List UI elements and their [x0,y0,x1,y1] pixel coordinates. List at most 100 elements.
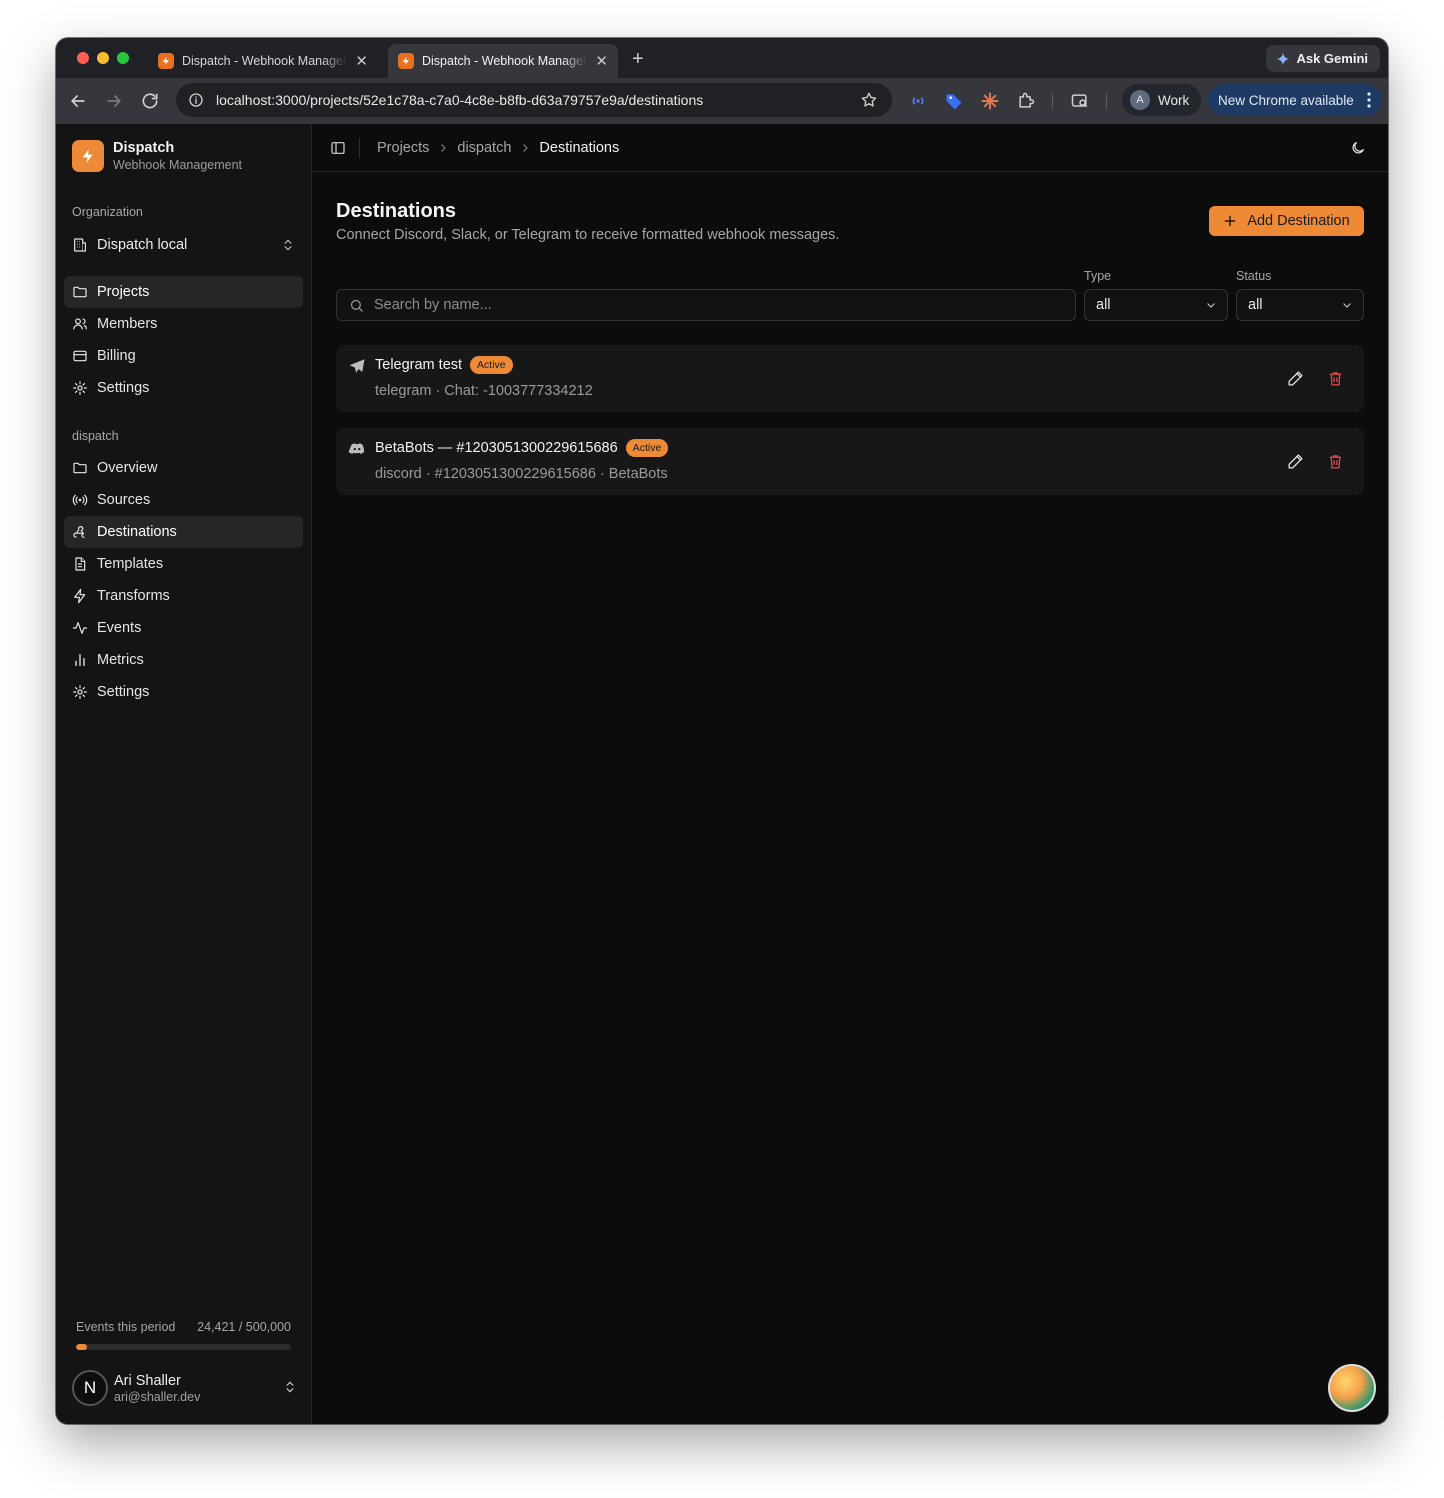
nav-label: Settings [97,380,150,396]
file-text-icon [75,557,86,571]
tab-search-icon[interactable] [1070,91,1090,111]
ask-gemini-button[interactable]: Ask Gemini [1266,45,1380,72]
reload-icon[interactable] [140,91,160,111]
type-select[interactable]: all [1084,289,1228,321]
nav-item-sources[interactable]: Sources [64,484,303,516]
organization-nav: Projects Members Billing Settings [64,276,303,404]
profile-button[interactable]: A Work [1122,84,1202,116]
usage-progress-bar [76,1344,291,1350]
usage-progress-fill [76,1344,87,1350]
zap-icon [74,588,86,604]
plus-icon [1224,215,1236,227]
search-input[interactable] [374,297,1054,313]
status-filter-label: Status [1236,269,1272,283]
nav-label: Billing [97,348,136,364]
search-icon [350,299,363,312]
window-controls [77,52,129,64]
breadcrumb-project[interactable]: dispatch [457,140,511,156]
nav-item-templates[interactable]: Templates [64,548,303,580]
tab-close-icon[interactable]: ✕ [355,52,368,70]
browser-tab-active[interactable]: Dispatch - Webhook Management ✕ [388,44,618,78]
extension-radio-icon[interactable] [908,91,928,111]
dispatch-logo-icon [72,140,104,172]
close-window-button[interactable] [77,52,89,64]
sidebar: Dispatch Webhook Management Organization… [56,124,312,1424]
nav-item-events[interactable]: Events [64,612,303,644]
usage-label: Events this period [76,1320,176,1334]
address-bar[interactable]: localhost:3000/projects/52e1c78a-c7a0-4c… [176,83,892,117]
gear-icon [73,381,87,395]
webhook-icon [73,526,85,538]
brand[interactable]: Dispatch Webhook Management [72,140,242,172]
destination-meta: telegram · Chat: -1003777334212 [375,383,593,399]
back-icon[interactable] [68,91,88,111]
user-menu[interactable]: N Ari Shaller ari@shaller.dev [72,1368,297,1408]
add-destination-button[interactable]: Add Destination [1209,206,1364,236]
forward-icon[interactable] [104,91,124,111]
dispatch-favicon-icon [158,53,174,69]
browser-window: Dispatch - Webhook Management ✕ Dispatch… [56,38,1388,1424]
nav-item-destinations[interactable]: Destinations [64,516,303,548]
new-tab-button[interactable]: + [632,48,644,71]
sidebar-toggle-icon[interactable] [330,140,346,156]
profile-label: Work [1158,92,1190,108]
maximize-window-button[interactable] [117,52,129,64]
app-root: Dispatch Webhook Management Organization… [56,124,1388,1424]
nav-item-projects[interactable]: Projects [64,276,303,308]
add-destination-label: Add Destination [1247,213,1350,229]
destination-meta: discord · #1203051300229615686 · BetaBot… [375,466,668,482]
site-info-icon[interactable] [188,92,204,108]
page-title: Destinations [336,200,457,222]
users-icon [73,318,87,330]
topbar-separator [359,138,360,158]
floating-avatar-button[interactable] [1328,1364,1376,1412]
breadcrumb-projects[interactable]: Projects [377,140,429,156]
nav-item-org-settings[interactable]: Settings [64,372,303,404]
status-select-value: all [1248,297,1263,313]
extension-tag-icon[interactable] [944,91,964,111]
tab-close-icon[interactable]: ✕ [595,52,608,70]
edit-pencil-icon[interactable] [1287,453,1304,470]
nav-item-overview[interactable]: Overview [64,452,303,484]
search-field[interactable] [336,289,1076,321]
url-text: localhost:3000/projects/52e1c78a-c7a0-4c… [216,92,704,108]
edit-pencil-icon[interactable] [1287,370,1304,387]
delete-trash-icon[interactable] [1327,453,1344,470]
project-nav: Overview Sources Destinations Templates … [64,452,303,708]
status-select[interactable]: all [1236,289,1364,321]
chevron-down-icon [1207,303,1215,308]
nav-item-metrics[interactable]: Metrics [64,644,303,676]
destination-card[interactable]: Telegram test Active telegram · Chat: -1… [336,345,1364,412]
destination-card[interactable]: BetaBots — #1203051300229615686 Active d… [336,428,1364,495]
credit-card-icon [73,350,87,362]
nav-item-project-settings[interactable]: Settings [64,676,303,708]
user-email: ari@shaller.dev [114,1389,201,1404]
destination-name: BetaBots — #1203051300229615686 [375,440,618,456]
nav-label: Settings [97,684,150,700]
usage-meter: Events this period 24,421 / 500,000 [76,1320,291,1350]
nav-item-billing[interactable]: Billing [64,340,303,372]
nav-item-members[interactable]: Members [64,308,303,340]
top-bar: Projects dispatch Destinations [312,124,1388,172]
tab-strip: Dispatch - Webhook Management ✕ Dispatch… [56,38,1388,78]
nav-label: Destinations [97,524,177,540]
chrome-update-button[interactable]: New Chrome available [1208,84,1382,116]
nav-label: Members [97,316,158,332]
extension-asterisk-icon[interactable] [980,91,1000,111]
breadcrumb: Projects dispatch Destinations [377,140,619,156]
tab-title: Dispatch - Webhook Management [422,54,587,68]
type-select-value: all [1096,297,1111,313]
kebab-menu-icon[interactable] [1366,91,1372,109]
organization-switcher[interactable]: Dispatch local [64,230,303,260]
status-badge: Active [470,356,513,374]
minimize-window-button[interactable] [97,52,109,64]
nav-item-transforms[interactable]: Transforms [64,580,303,612]
theme-toggle-moon-icon[interactable] [1350,140,1366,156]
delete-trash-icon[interactable] [1327,370,1344,387]
bookmark-star-icon[interactable] [860,91,878,109]
send-icon [349,359,365,373]
folder-icon [73,462,87,474]
browser-tab[interactable]: Dispatch - Webhook Management ✕ [148,44,378,78]
extensions-puzzle-icon[interactable] [1016,91,1036,111]
nav-label: Projects [97,284,150,300]
